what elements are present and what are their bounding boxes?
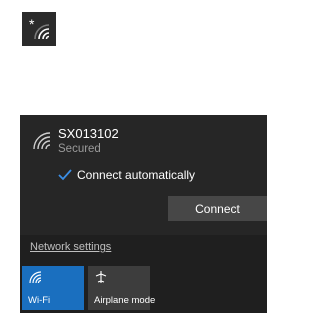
airplane-mode-tile-label: Airplane mode	[94, 295, 156, 306]
connect-automatically-checkbox[interactable]	[58, 168, 72, 182]
wifi-icon	[29, 271, 42, 284]
network-security-status: Secured	[58, 143, 101, 155]
connect-automatically-label[interactable]: Connect automatically	[77, 168, 195, 182]
wifi-secured-icon	[33, 132, 51, 150]
tray-badge: *	[29, 16, 35, 32]
wifi-quick-action-tile[interactable]: Wi-Fi	[22, 266, 84, 310]
network-ssid: SX013102	[58, 126, 119, 141]
tray-wifi-icon[interactable]: *	[22, 12, 56, 46]
connect-button[interactable]: Connect	[168, 196, 267, 221]
wifi-tile-label: Wi-Fi	[28, 295, 51, 306]
network-settings-link[interactable]: Network settings	[30, 241, 111, 253]
network-entry-expanded[interactable]: SX013102 Secured Connect automatically C…	[20, 115, 267, 235]
airplane-icon	[95, 271, 107, 283]
network-flyout: SX013102 Secured Connect automatically C…	[20, 115, 267, 313]
wifi-signal-icon: *	[29, 16, 50, 40]
airplane-mode-quick-action-tile[interactable]: Airplane mode	[88, 266, 155, 310]
